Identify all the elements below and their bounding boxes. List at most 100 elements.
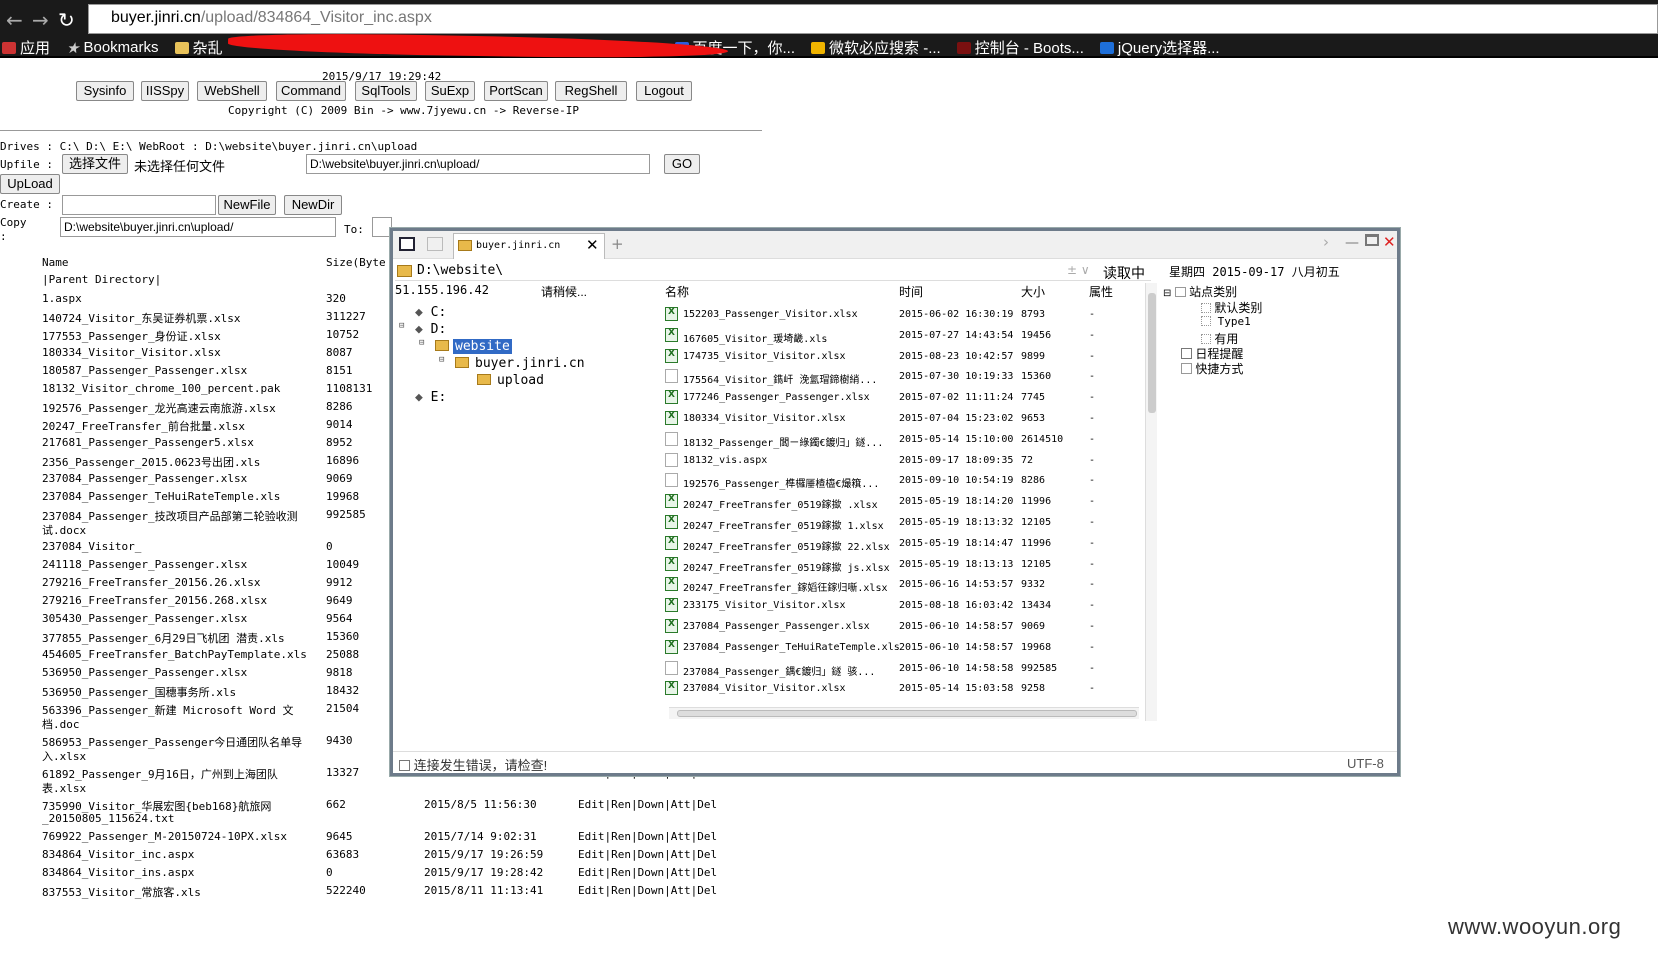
menu-suexp-button[interactable]: SuExp [425,81,475,101]
file-table-row[interactable]: 180334_Visitor_Visitor.xlsx 2015-07-04 15… [665,409,1145,430]
collapse-site-icon[interactable]: ⊟ [439,355,444,365]
file-table-row[interactable]: 192576_Passenger_榫欏厜楂橀€熶簯... 2015-09-10 1… [665,471,1145,492]
bookmark-console[interactable]: 控制台 - Boots... [956,37,1084,58]
file-actions[interactable]: Edit|Ren|Down|Att|Del [578,848,717,861]
file-name-link[interactable]: 试.docx [42,522,86,538]
file-name-link[interactable]: 279216_FreeTransfer_20156.26.xlsx [42,576,261,589]
bookmark-apps[interactable]: 应用 [2,37,50,58]
shortcuts[interactable]: 快捷方式 [1181,360,1243,377]
vertical-scrollbar[interactable] [1145,283,1157,721]
horizontal-scrollbar[interactable] [669,707,1139,719]
file-name-link[interactable]: 档.doc [42,716,80,732]
file-name-link[interactable]: 237084_Visitor_ [42,540,141,553]
upload-path-input[interactable]: D:\website\buyer.jinri.cn\upload/ [306,154,650,174]
parent-directory-link[interactable]: |Parent Directory| [42,273,161,286]
file-table-row[interactable]: 237084_Passenger_TeHuiRateTemple.xls2015… [665,638,1145,659]
back-icon[interactable]: ← [6,8,23,32]
file-name-link[interactable]: 837553_Visitor_常旅客.xls [42,884,201,900]
file-table-row[interactable]: 177246_Passenger_Passenger.xlsx 2015-07-0… [665,388,1145,409]
bookmark-bing[interactable]: 微软必应搜索 -... [811,37,941,58]
file-table-row[interactable]: 237084_Passenger_鍝€鍍归」鐩 骇... 2015-06-10 1… [665,659,1145,680]
menu-portscan-button[interactable]: PortScan [484,81,548,101]
sidebar-toggle-icon[interactable] [399,237,415,251]
copy-dest-input[interactable] [372,217,392,237]
choose-file-button[interactable]: 选择文件 [62,154,128,174]
collapse-website-icon[interactable]: ⊟ [419,338,424,348]
bookmark-misc[interactable]: 杂乱 [174,37,223,58]
file-name-link[interactable]: 834864_Visitor_inc.aspx [42,848,194,861]
file-name-link[interactable]: 536950_Passenger_国穗事务所.xls [42,684,236,700]
tree-drive-d[interactable]: ◆ D: [415,322,446,337]
category-root[interactable]: ⊟ 站点类别 [1163,283,1237,300]
file-table-row[interactable]: 237084_Passenger_Passenger.xlsx 2015-06-1… [665,617,1145,638]
bookmark-jquery[interactable]: jQuery选择器... [1099,37,1220,58]
scroll-thumb[interactable] [1148,293,1156,413]
category-type1[interactable]: Type1 [1201,315,1251,328]
tree-site[interactable]: buyer.jinri.cn [455,356,585,371]
tree-upload[interactable]: upload [477,373,544,388]
file-name-link[interactable]: 192576_Passenger_龙光高速云南旅游.xlsx [42,400,276,416]
file-table-row[interactable]: 20247_FreeTransfer_鎵嫍彺鎵归噺.xlsx 2015-06-16… [665,575,1145,596]
file-name-link[interactable]: 177553_Passenger_身份证.xlsx [42,328,221,344]
file-actions[interactable]: Edit|Ren|Down|Att|Del [578,798,717,811]
col-name[interactable]: 名称 [665,283,689,301]
address-bar[interactable]: buyer.jinri.cn/upload/834864_Visitor_inc… [88,4,1658,34]
forward-icon[interactable]: → [32,8,49,32]
copy-source-input[interactable]: D:\website\buyer.jinri.cn\upload/ [60,217,336,237]
file-table-row[interactable]: 20247_FreeTransfer_0519鎵撳 1.xlsx 2015-05-… [665,513,1145,534]
newfile-button[interactable]: NewFile [218,195,276,215]
file-name-link[interactable]: 140724_Visitor_东吴证券机票.xlsx [42,310,240,326]
col-size[interactable]: 大小 [1021,283,1045,301]
menu-webshell-button[interactable]: WebShell [197,81,267,101]
file-table-row[interactable]: 237084_Visitor_Visitor.xlsx 2015-05-14 15… [665,679,1145,700]
collapse-d-icon[interactable]: ⊟ [399,321,404,331]
chevron-right-icon[interactable]: › [1323,233,1329,251]
file-name-link[interactable]: 18132_Visitor_chrome_100_percent.pak [42,382,280,395]
upload-button[interactable]: UpLoad [0,174,60,194]
file-name-link[interactable]: 180587_Passenger_Passenger.xlsx [42,364,247,377]
col-time[interactable]: 时间 [899,283,923,301]
file-name-link[interactable]: 1.aspx [42,292,82,305]
file-name-link[interactable]: 入.xlsx [42,748,86,764]
tree-drive-c[interactable]: ◆ C: [415,305,446,320]
file-name-link[interactable]: 表.xlsx [42,780,86,796]
menu-regshell-button[interactable]: RegShell [555,81,627,101]
file-table-row[interactable]: 175564_Visitor_鐫屽 浼氳瑁鍗樹綃... 2015-07-30 10… [665,367,1145,388]
file-name-link[interactable]: _20150805_115624.txt [42,812,174,825]
file-name-link[interactable]: 769922_Passenger_M-20150724-10PX.xlsx [42,830,287,843]
file-name-link[interactable]: 563396_Passenger_新建 Microsoft Word 文 [42,702,294,718]
menu-logout-button[interactable]: Logout [636,81,692,101]
menu-sysinfo-button[interactable]: Sysinfo [76,81,134,101]
file-table-row[interactable]: 18132_vis.aspx 2015-09-17 18:09:35 72 - [665,451,1145,472]
tree-drive-e[interactable]: ◆ E: [415,390,446,405]
menu-command-button[interactable]: Command [276,81,346,101]
newdir-button[interactable]: NewDir [284,195,342,215]
blank-tab-icon[interactable] [427,237,443,251]
file-name-link[interactable]: 20247_FreeTransfer_前台批量.xlsx [42,418,245,434]
file-name-link[interactable]: 454605_FreeTransfer_BatchPayTemplate.xls [42,648,307,661]
encoding-label[interactable]: UTF-8 [1347,756,1384,771]
path-bar[interactable]: D:\website\ ± ∨ [395,261,1151,281]
tab-site[interactable]: buyer.jinri.cn ✕ [453,233,605,259]
file-table-row[interactable]: 167605_Visitor_瑗埼畿.xls 2015-07-27 14:43:5… [665,326,1145,347]
minimize-icon[interactable]: — [1345,235,1359,251]
maximize-icon[interactable] [1365,234,1379,246]
create-name-input[interactable] [62,195,216,215]
file-table-row[interactable]: 20247_FreeTransfer_0519鎵撳 .xlsx 2015-05-1… [665,492,1145,513]
file-table-row[interactable]: 20247_FreeTransfer_0519鎵撳 22.xlsx 2015-05… [665,534,1145,555]
file-actions[interactable]: Edit|Ren|Down|Att|Del [578,866,717,879]
file-name-link[interactable]: 377855_Passenger_6月29日飞机团 潜责.xls [42,630,285,646]
close-tab-icon[interactable]: ✕ [586,236,599,254]
file-name-link[interactable]: 834864_Visitor_ins.aspx [42,866,194,879]
close-window-icon[interactable]: ✕ [1383,233,1396,251]
file-name-link[interactable]: 217681_Passenger_Passenger5.xlsx [42,436,254,449]
reload-icon[interactable]: ↻ [58,8,75,32]
file-table-row[interactable]: 233175_Visitor_Visitor.xlsx 2015-08-18 16… [665,596,1145,617]
menu-iisspy-button[interactable]: IISSpy [141,81,189,101]
go-button[interactable]: GO [664,154,700,174]
file-name-link[interactable]: 536950_Passenger_Passenger.xlsx [42,666,247,679]
menu-sqltools-button[interactable]: SqlTools [355,81,417,101]
file-name-link[interactable]: 180334_Visitor_Visitor.xlsx [42,346,221,359]
file-table-row[interactable]: 18132_Passenger_闆ㄧ綠鐲€鍍归」鐩... 2015-05-14 1… [665,430,1145,451]
category-default[interactable]: 默认类别 [1201,299,1262,316]
